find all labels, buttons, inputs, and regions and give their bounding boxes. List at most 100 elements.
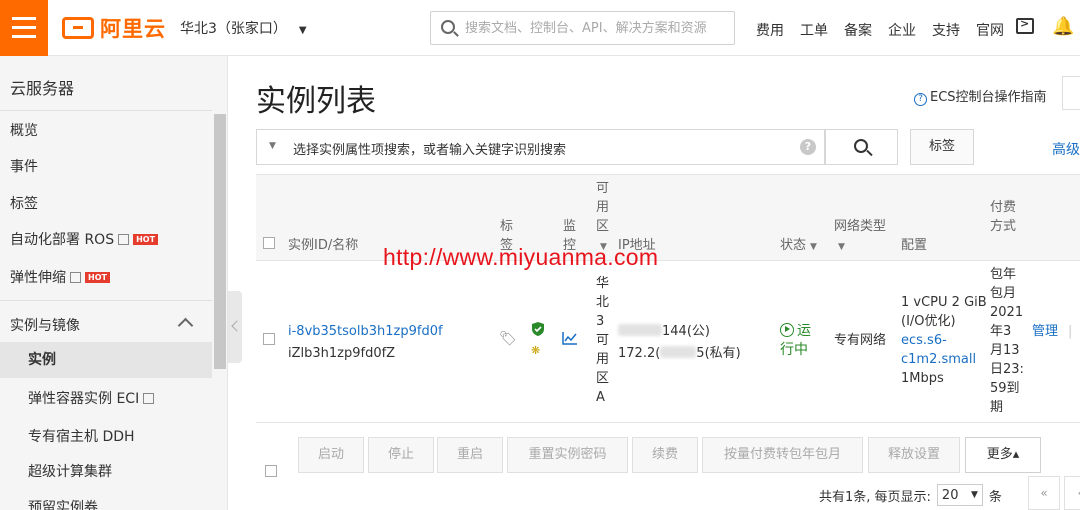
config-spec: 1 vCPU 2 GiB: [901, 295, 987, 310]
instance-type-link[interactable]: ecs.s6-c1m2.small: [901, 331, 977, 369]
redaction: [660, 346, 697, 358]
sidebar-item-scc[interactable]: 超级计算集群: [28, 461, 112, 481]
sidebar-item-ros[interactable]: 自动化部署 ROS HOT: [10, 229, 159, 249]
instance-id-link[interactable]: i-8vb35tsolb3h1zp9fd0f: [288, 322, 443, 341]
guide-label: ECS控制台操作指南: [930, 90, 1047, 105]
total-text: 共有1条, 每页显示:: [819, 489, 931, 505]
sidebar-item-instances[interactable]: 实例: [0, 342, 212, 378]
col-network: 网络类型: [834, 219, 887, 234]
sidebar-item-reserved[interactable]: 预留实例券: [28, 497, 98, 510]
col-zone: 可用区: [596, 181, 610, 234]
bell-icon[interactable]: 🔔: [1052, 16, 1074, 37]
hot-badge: HOT: [133, 234, 159, 245]
aliyun-logo[interactable]: 阿里云: [62, 13, 166, 43]
row-checkbox[interactable]: [263, 333, 275, 345]
instance-filter[interactable]: ▼ 选择实例属性项搜索，或者输入关键字识别搜索 ?: [256, 129, 825, 165]
external-link-icon: [70, 272, 81, 283]
nav-billing[interactable]: 费用: [756, 20, 784, 40]
sidebar-item-label: 标签: [10, 196, 38, 212]
help-icon[interactable]: ?: [800, 139, 816, 155]
nav-enterprise[interactable]: 企业: [888, 20, 916, 40]
caret-down-icon: ▼: [971, 490, 978, 500]
sidebar-collapse-handle[interactable]: [228, 291, 242, 363]
tag-button[interactable]: 标签: [910, 129, 974, 165]
page-size-value: 20: [941, 487, 959, 503]
caret-down-icon[interactable]: ▼: [269, 141, 276, 151]
watermark: http://www.miyuanma.com: [383, 244, 659, 270]
convert-billing-button[interactable]: 按量付费转包年包月: [702, 437, 863, 473]
sidebar-item-tags[interactable]: 标签: [10, 193, 38, 213]
search-icon: [854, 139, 868, 153]
nav-icp[interactable]: 备案: [844, 20, 872, 40]
page-size-select[interactable]: 20 ▼: [936, 484, 983, 506]
sidebar-item-label: 弹性伸缩: [10, 270, 66, 286]
sidebar-item-label: 事件: [10, 159, 38, 175]
release-settings-button[interactable]: 释放设置: [868, 437, 960, 473]
region-label: 华北3（张家口）: [180, 21, 287, 37]
separator: |: [1068, 324, 1073, 339]
instance-name: iZlb3h1zp9fd0fZ: [288, 346, 396, 361]
nav-tickets[interactable]: 工单: [800, 20, 828, 40]
manage-link[interactable]: 管理: [1032, 322, 1058, 341]
config-gear-icon[interactable]: ❋: [531, 341, 540, 360]
sidebar-section-label: 实例与镜像: [10, 318, 80, 334]
sidebar-item-label: 概览: [10, 123, 38, 139]
ip-private: 172.2(5(私有): [618, 344, 741, 363]
sidebar-item-overview[interactable]: 概览: [10, 120, 38, 140]
col-network-caret[interactable]: ▼: [834, 236, 845, 257]
stop-button[interactable]: 停止: [368, 437, 434, 473]
ip-public: 144(公): [618, 322, 710, 341]
search-icon: [441, 20, 455, 34]
sidebar-item-events[interactable]: 事件: [10, 156, 38, 176]
reset-password-button[interactable]: 重置实例密码: [507, 437, 628, 473]
select-all-checkbox-bottom[interactable]: [265, 465, 277, 477]
sidebar-item-label: 实例: [28, 352, 56, 368]
nav-support[interactable]: 支持: [932, 20, 960, 40]
sidebar-item-eci[interactable]: 弹性容器实例 ECI: [28, 388, 155, 408]
first-page-button[interactable]: «: [1028, 476, 1060, 510]
sidebar-item-autoscaling[interactable]: 弹性伸缩 HOT: [10, 267, 110, 287]
sidebar: 云服务器 概览 事件 标签 自动化部署 ROS HOT 弹性伸缩 HOT 实例与镜像…: [0, 56, 228, 510]
select-all-checkbox[interactable]: [263, 237, 275, 249]
renew-button[interactable]: 续费: [632, 437, 698, 473]
search-button[interactable]: [825, 129, 898, 165]
menu-icon[interactable]: [0, 0, 48, 56]
more-button[interactable]: 更多▴: [965, 437, 1041, 473]
security-shield-icon[interactable]: [530, 321, 546, 337]
divider: [0, 110, 212, 111]
pagination-info: 共有1条, 每页显示: 20 ▼ 条: [819, 484, 1002, 506]
extra-button[interactable]: [1062, 76, 1080, 110]
chevron-up-icon[interactable]: [177, 317, 194, 334]
advanced-search-link[interactable]: 高级: [1052, 139, 1080, 159]
hot-badge: HOT: [85, 272, 110, 283]
ip-public-suffix: 144(公): [662, 324, 710, 339]
external-link-icon: [118, 234, 130, 245]
col-status[interactable]: 状态 ▼: [780, 236, 817, 257]
start-button[interactable]: 启动: [298, 437, 364, 473]
logo-text: 阿里云: [100, 17, 166, 41]
instance-table: 实例ID/名称 标签 监控 可用区 ▼ IP地址 状态 ▼ 网络类型 ▼ 配置 付…: [256, 174, 1080, 510]
ip-private-prefix: 172.2(: [618, 346, 661, 361]
sidebar-item-label: 预留实例券: [28, 500, 98, 510]
tag-icon[interactable]: 🏷: [499, 330, 517, 349]
console-guide-link[interactable]: ? ECS控制台操作指南: [914, 86, 1047, 106]
col-status-label: 状态: [780, 238, 807, 253]
region-selector[interactable]: 华北3（张家口） ▼: [180, 18, 307, 38]
sidebar-scrollbar[interactable]: [214, 114, 226, 369]
nav-official-site[interactable]: 官网: [976, 20, 1004, 40]
status-running: 运行中: [780, 322, 824, 360]
col-id-name: 实例ID/名称: [288, 238, 359, 253]
logo-mark-icon: [62, 17, 94, 39]
terminal-icon[interactable]: [1016, 17, 1034, 34]
sidebar-item-label: 自动化部署 ROS: [10, 232, 115, 248]
page-title: 实例列表: [256, 84, 376, 119]
restart-button[interactable]: 重启: [437, 437, 503, 473]
table-header: 实例ID/名称 标签 监控 可用区 ▼ IP地址 状态 ▼ 网络类型 ▼ 配置 付…: [256, 174, 1080, 261]
global-search[interactable]: [430, 11, 735, 45]
sidebar-section-instances-images[interactable]: 实例与镜像: [10, 315, 80, 335]
prev-page-button[interactable]: ‹: [1064, 476, 1080, 510]
batch-actions: 启动 停止 重启 重置实例密码 续费 按量付费转包年包月 释放设置 更多▴ 共有…: [256, 424, 1080, 510]
global-search-input[interactable]: [465, 16, 727, 40]
sidebar-item-ddh[interactable]: 专有宿主机 DDH: [28, 426, 135, 446]
monitor-chart-icon[interactable]: [562, 331, 578, 345]
